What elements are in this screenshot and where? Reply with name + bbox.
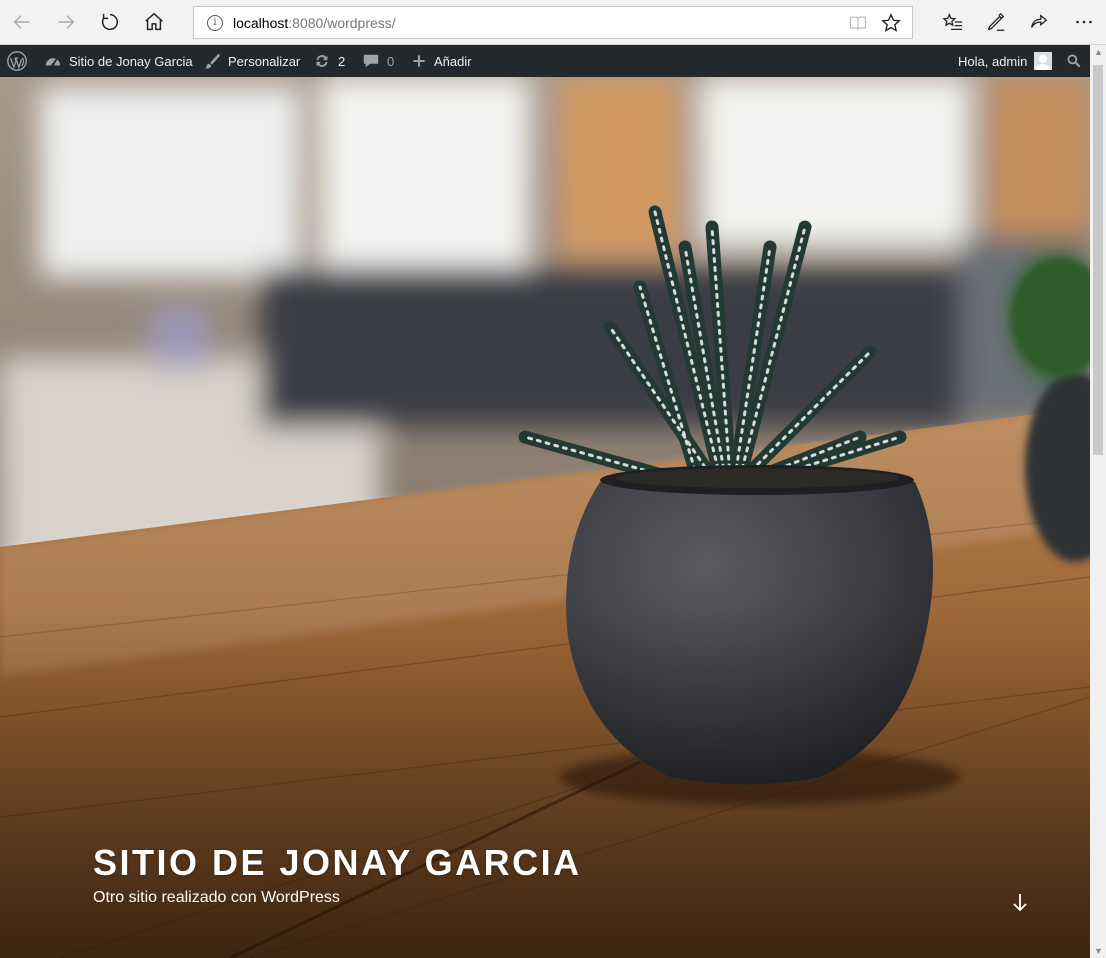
scroll-down-small-icon[interactable]: ▼ xyxy=(1094,946,1103,956)
greeting-label: Hola, admin xyxy=(958,53,1028,69)
browser-toolbar: i localhost:8080/wordpress/ xyxy=(0,0,1106,45)
scroll-up-arrow-icon[interactable]: ▲ xyxy=(1094,47,1103,57)
comment-bubble-icon xyxy=(363,54,379,68)
wp-admin-bar: Sitio de Jonay Garcia Personalizar 2 0 A… xyxy=(0,45,1090,77)
avatar xyxy=(1034,52,1053,70)
favorites-list-icon xyxy=(942,13,963,30)
scroll-down-arrow-icon[interactable] xyxy=(1008,890,1032,914)
customize-menu[interactable]: Personalizar xyxy=(203,45,300,77)
site-name-menu[interactable]: Sitio de Jonay Garcia xyxy=(44,45,193,77)
paintbrush-icon xyxy=(204,53,221,69)
comments-menu[interactable]: 0 xyxy=(362,45,394,77)
favorites-hub-button[interactable] xyxy=(937,6,969,38)
refresh-icon xyxy=(101,13,119,31)
web-note-button[interactable] xyxy=(980,6,1012,38)
site-info-icon[interactable]: i xyxy=(207,14,223,31)
wp-logo-menu[interactable] xyxy=(7,45,34,77)
header-image xyxy=(0,77,1090,958)
custom-header: SITIO DE JONAY GARCIA Otro sitio realiza… xyxy=(0,77,1090,958)
share-button[interactable] xyxy=(1023,6,1055,38)
search-icon xyxy=(1067,54,1081,68)
url-text[interactable]: localhost:8080/wordpress/ xyxy=(233,15,396,31)
favorite-star-icon[interactable] xyxy=(880,12,902,34)
scrollbar-thumb[interactable] xyxy=(1093,65,1103,455)
url-host: localhost xyxy=(233,14,289,31)
admin-search[interactable] xyxy=(1066,45,1089,77)
reading-view-icon[interactable] xyxy=(848,13,868,33)
forward-arrow-icon xyxy=(58,15,75,29)
address-bar[interactable]: i localhost:8080/wordpress/ xyxy=(193,6,913,39)
url-path: :8080/wordpress/ xyxy=(288,14,396,31)
site-name-label: Sitio de Jonay Garcia xyxy=(69,53,193,69)
back-arrow-icon xyxy=(13,15,30,29)
updates-refresh-icon xyxy=(316,55,328,67)
back-button[interactable] xyxy=(6,6,38,38)
more-button[interactable] xyxy=(1068,6,1100,38)
wordpress-logo-icon xyxy=(7,51,27,71)
updates-count: 2 xyxy=(338,53,346,69)
dashboard-gauge-icon xyxy=(45,58,61,67)
updates-menu[interactable]: 2 xyxy=(313,45,345,77)
page-scrollbar[interactable]: ▲ ▼ xyxy=(1090,45,1106,958)
forward-button[interactable] xyxy=(50,6,82,38)
refresh-button[interactable] xyxy=(94,6,126,38)
site-description: Otro sitio realizado con WordPress xyxy=(93,889,340,906)
home-button[interactable] xyxy=(138,6,170,38)
home-icon xyxy=(145,12,163,31)
new-content-menu[interactable]: Añadir xyxy=(411,45,472,77)
share-icon xyxy=(1031,14,1048,28)
my-account-menu[interactable]: Hola, admin xyxy=(958,45,1053,77)
new-content-label: Añadir xyxy=(434,53,472,69)
ellipsis-icon xyxy=(1076,20,1092,24)
pen-icon xyxy=(987,12,1005,31)
comments-count: 0 xyxy=(387,53,395,69)
customize-label: Personalizar xyxy=(228,53,301,69)
site-title[interactable]: SITIO DE JONAY GARCIA xyxy=(93,842,582,884)
plus-icon xyxy=(413,55,425,67)
